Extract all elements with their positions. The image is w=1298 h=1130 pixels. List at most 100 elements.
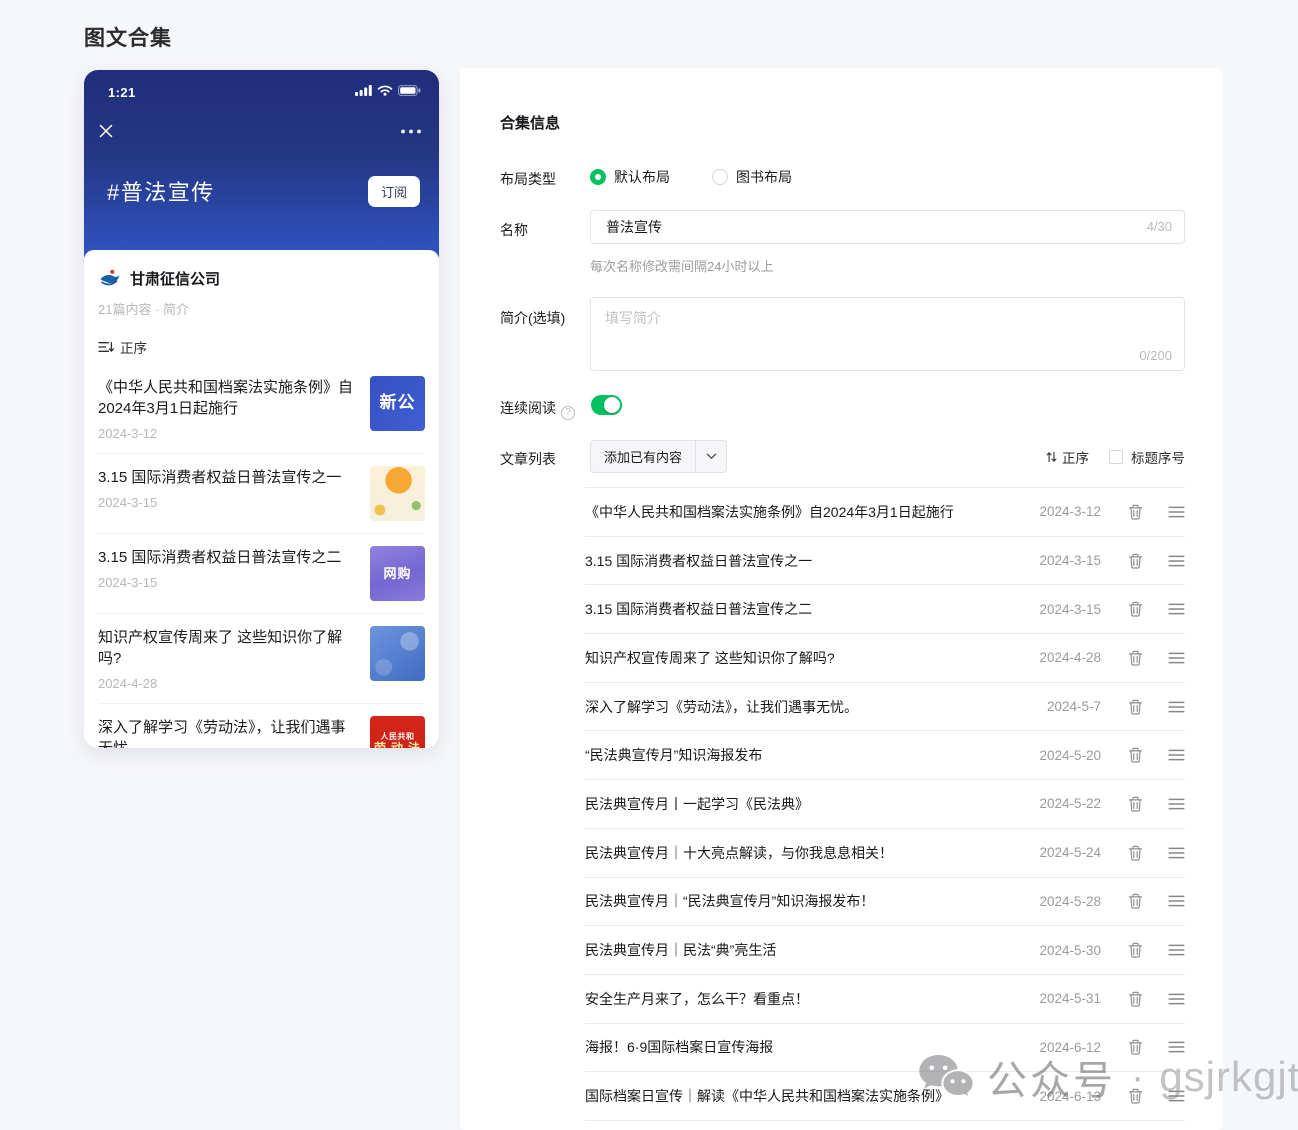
drag-handle-icon[interactable] xyxy=(1168,1041,1185,1053)
article-title: 《中华人民共和国档案法实施条例》自2024年3月1日起施行 xyxy=(98,377,360,419)
phone-header: 1:21 #普法宣传 订阅 xyxy=(84,70,439,258)
drag-handle-icon[interactable] xyxy=(1168,895,1185,907)
article-title: 3.15 国际消费者权益日普法宣传之一 xyxy=(98,467,360,488)
delete-icon[interactable] xyxy=(1128,553,1143,569)
article-title: 3.15 国际消费者权益日普法宣传之二 xyxy=(585,599,1021,619)
drag-handle-icon[interactable] xyxy=(1168,993,1185,1005)
help-icon[interactable]: ? xyxy=(561,406,575,420)
delete-icon[interactable] xyxy=(1128,504,1143,520)
signal-icon xyxy=(355,83,372,101)
delete-icon[interactable] xyxy=(1128,1088,1143,1104)
delete-icon[interactable] xyxy=(1128,601,1143,617)
article-title: 知识产权宣传周来了 这些知识你了解吗? xyxy=(98,627,360,669)
name-input[interactable] xyxy=(590,210,1185,244)
article-table: 《中华人民共和国档案法实施条例》自2024年3月1日起施行 2024-3-12 … xyxy=(585,487,1185,1121)
drag-handle-icon[interactable] xyxy=(1168,944,1185,956)
article-title: 《中华人民共和国档案法实施条例》自2024年3月1日起施行 xyxy=(585,502,1021,522)
article-thumbnail: 网购 xyxy=(370,546,425,601)
article-title: 安全生产月来了，怎么干？看重点！ xyxy=(585,989,1021,1009)
name-char-counter: 4/30 xyxy=(1147,219,1172,234)
title-numbering-control[interactable]: 标题序号 xyxy=(1109,447,1185,467)
article-title: 民法典宣传月丨一起学习《民法典》 xyxy=(585,794,1021,814)
checkbox-unchecked-icon[interactable] xyxy=(1109,450,1123,464)
phone-article-item[interactable]: 《中华人民共和国档案法实施条例》自2024年3月1日起施行 2024-3-12 … xyxy=(98,364,425,454)
delete-icon[interactable] xyxy=(1128,942,1143,958)
collection-title: #普法宣传 xyxy=(107,175,215,207)
radio-label: 图书布局 xyxy=(736,167,792,187)
account-meta: 21篇内容 · 简介 xyxy=(98,299,425,318)
table-row: 民法典宣传月丨一起学习《民法典》 2024-5-22 xyxy=(585,780,1185,829)
name-label: 名称 xyxy=(500,220,528,240)
delete-icon[interactable] xyxy=(1128,1039,1143,1055)
phone-article-item[interactable]: 3.15 国际消费者权益日普法宣传之二 2024-3-15 网购 xyxy=(98,534,425,614)
article-title: 深入了解学习《劳动法》，让我们遇事无忧。 xyxy=(98,717,360,748)
delete-icon[interactable] xyxy=(1128,650,1143,666)
sort-arrows-icon xyxy=(1046,451,1057,463)
phone-article-item[interactable]: 深入了解学习《劳动法》，让我们遇事无忧。 2024-5-7 人民共和 劳 动 法 xyxy=(98,704,425,748)
chevron-down-icon[interactable] xyxy=(696,453,726,460)
phone-sort-control[interactable]: 正序 xyxy=(98,337,425,357)
article-title: 3.15 国际消费者权益日普法宣传之一 xyxy=(585,551,1021,571)
article-date: 2024-3-15 xyxy=(98,575,360,590)
phone-preview: 1:21 #普法宣传 订阅 甘肃征信公司 21篇内容 · 简介 正序 xyxy=(84,70,439,748)
table-row: 民法典宣传月｜“民法典宣传月”知识海报发布！ 2024-5-28 xyxy=(585,878,1185,927)
drag-handle-icon[interactable] xyxy=(1168,652,1185,664)
article-date: 2024-5-7 xyxy=(1021,699,1101,714)
table-row: “民法典宣传月”知识海报发布 2024-5-20 xyxy=(585,731,1185,780)
article-date: 2024-4-28 xyxy=(98,676,360,691)
more-icon[interactable] xyxy=(400,129,422,134)
delete-icon[interactable] xyxy=(1128,747,1143,763)
delete-icon[interactable] xyxy=(1128,991,1143,1007)
drag-handle-icon[interactable] xyxy=(1168,749,1185,761)
delete-icon[interactable] xyxy=(1128,796,1143,812)
article-title: 国际档案日宣传｜解读《中华人民共和国档案法实施条例》 xyxy=(585,1086,1021,1106)
drag-handle-icon[interactable] xyxy=(1168,506,1185,518)
wifi-icon xyxy=(377,83,393,101)
status-bar: 1:21 xyxy=(84,70,439,101)
delete-icon[interactable] xyxy=(1128,845,1143,861)
drag-handle-icon[interactable] xyxy=(1168,555,1185,567)
article-date: 2024-5-24 xyxy=(1021,845,1101,860)
table-sort-control[interactable]: 正序 xyxy=(1046,447,1089,467)
phone-article-item[interactable]: 3.15 国际消费者权益日普法宣传之一 2024-3-15 xyxy=(98,454,425,534)
subscribe-button[interactable]: 订阅 xyxy=(368,176,420,207)
article-title: 深入了解学习《劳动法》，让我们遇事无忧。 xyxy=(585,697,1021,717)
intro-label: 简介(选填) xyxy=(500,308,565,328)
article-thumbnail: 新公 xyxy=(370,376,425,431)
battery-icon xyxy=(398,83,421,101)
table-row: 海报！6·9国际档案日宣传海报 2024-6-12 xyxy=(585,1024,1185,1073)
drag-handle-icon[interactable] xyxy=(1168,798,1185,810)
add-content-button[interactable]: 添加已有内容 xyxy=(590,440,727,473)
article-list-label: 文章列表 xyxy=(500,449,556,469)
radio-default-layout[interactable]: 默认布局 xyxy=(590,167,670,187)
drag-handle-icon[interactable] xyxy=(1168,603,1185,615)
radio-book-layout[interactable]: 图书布局 xyxy=(712,167,792,187)
phone-article-list: 《中华人民共和国档案法实施条例》自2024年3月1日起施行 2024-3-12 … xyxy=(98,364,425,748)
phone-article-item[interactable]: 知识产权宣传周来了 这些知识你了解吗? 2024-4-28 xyxy=(98,614,425,704)
article-title: 民法典宣传月｜“民法典宣传月”知识海报发布！ xyxy=(585,891,1021,911)
article-thumbnail: 人民共和 劳 动 法 xyxy=(370,716,425,748)
article-thumbnail xyxy=(370,626,425,681)
close-icon[interactable] xyxy=(98,123,114,139)
table-row: 知识产权宣传周来了 这些知识你了解吗? 2024-4-28 xyxy=(585,634,1185,683)
article-title: 3.15 国际消费者权益日普法宣传之二 xyxy=(98,547,360,568)
intro-char-counter: 0/200 xyxy=(1139,348,1172,363)
delete-icon[interactable] xyxy=(1128,699,1143,715)
article-date: 2024-4-28 xyxy=(1021,650,1101,665)
continuous-reading-toggle[interactable] xyxy=(591,395,622,415)
drag-handle-icon[interactable] xyxy=(1168,847,1185,859)
thumbnail-text: 网购 xyxy=(383,566,411,582)
article-date: 2024-6-13 xyxy=(1021,1089,1101,1104)
article-date: 2024-3-12 xyxy=(98,426,360,441)
drag-handle-icon[interactable] xyxy=(1168,701,1185,713)
article-date: 2024-3-12 xyxy=(1021,504,1101,519)
table-row: 安全生产月来了，怎么干？看重点！ 2024-5-31 xyxy=(585,975,1185,1024)
title-numbering-label: 标题序号 xyxy=(1131,447,1185,467)
article-date: 2024-3-15 xyxy=(98,495,360,510)
collection-settings-panel: 合集信息 布局类型 默认布局 图书布局 名称 4/30 每次名称修改需间隔24小… xyxy=(460,68,1223,1130)
drag-handle-icon[interactable] xyxy=(1168,1090,1185,1102)
table-row: 3.15 国际消费者权益日普法宣传之二 2024-3-15 xyxy=(585,585,1185,634)
article-thumbnail xyxy=(370,466,425,521)
delete-icon[interactable] xyxy=(1128,893,1143,909)
intro-textarea[interactable] xyxy=(590,297,1185,371)
